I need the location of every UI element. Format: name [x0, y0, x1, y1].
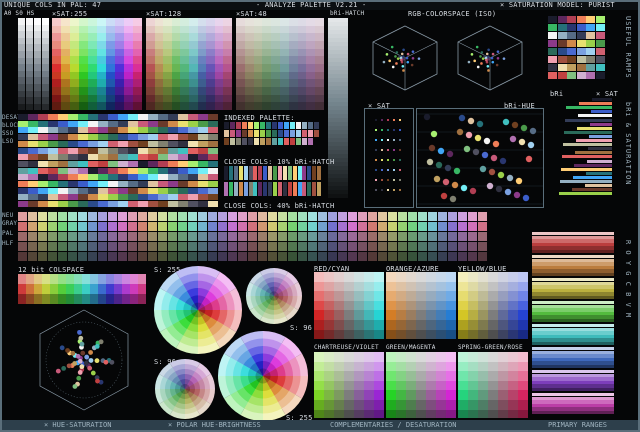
- outer-frame: [0, 0, 640, 432]
- analyze-palette-screen: UNIQUE COLS IN PAL: 47 - ANALYZE PALETTE…: [0, 0, 640, 432]
